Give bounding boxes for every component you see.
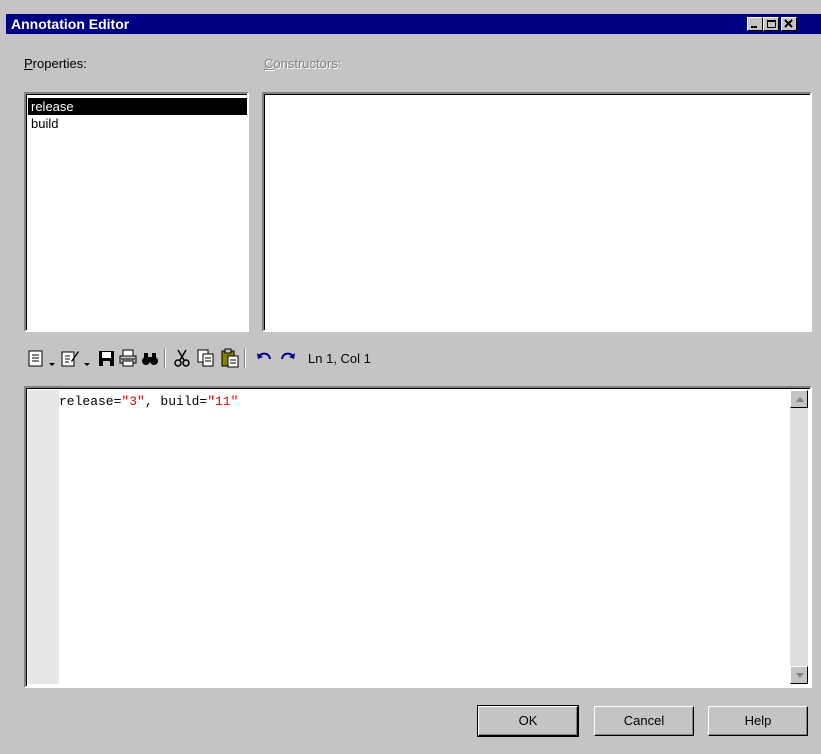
minimize-icon — [751, 26, 757, 28]
arrow-up-icon — [796, 397, 804, 402]
close-icon — [784, 19, 793, 28]
cursor-position: Ln 1, Col 1 — [308, 351, 371, 366]
arrow-down-icon — [796, 673, 804, 678]
help-button[interactable]: Help — [708, 706, 808, 736]
vertical-scrollbar[interactable] — [790, 390, 808, 684]
minimize-button[interactable] — [747, 17, 763, 31]
list-item-release[interactable]: release — [28, 98, 247, 115]
save-icon[interactable] — [96, 348, 116, 368]
list-item-build[interactable]: build — [28, 115, 247, 132]
cut-icon[interactable] — [172, 348, 192, 368]
title-bar[interactable]: Annotation Editor — [6, 14, 821, 34]
find-icon[interactable] — [140, 348, 160, 368]
code-editor[interactable]: release="3", build="11" — [24, 386, 812, 688]
maximize-icon — [767, 20, 776, 28]
scroll-up-button[interactable] — [790, 390, 808, 408]
toolbar-separator — [164, 348, 166, 368]
window-title: Annotation Editor — [11, 16, 130, 32]
constructors-list — [262, 92, 812, 332]
properties-dropdown-icon[interactable] — [48, 356, 56, 366]
cancel-button[interactable]: Cancel — [594, 706, 694, 736]
copy-icon[interactable] — [196, 348, 216, 368]
properties-label: Properties: — [24, 56, 87, 71]
edit-icon[interactable] — [60, 348, 80, 368]
annotation-editor-window: Annotation Editor Properties: Constructo… — [0, 0, 821, 754]
edit-dropdown-icon[interactable] — [83, 356, 91, 366]
editor-gutter — [28, 390, 59, 684]
paste-icon[interactable] — [220, 348, 240, 368]
close-button[interactable] — [781, 17, 797, 31]
editor-toolbar: Ln 1, Col 1 — [26, 346, 586, 370]
maximize-button[interactable] — [763, 17, 779, 31]
print-icon[interactable] — [118, 348, 138, 368]
properties-icon[interactable] — [26, 348, 46, 368]
undo-icon[interactable] — [254, 348, 274, 368]
scroll-down-button[interactable] — [790, 666, 808, 684]
constructors-label: Constructors: — [264, 56, 342, 71]
toolbar-separator — [244, 348, 246, 368]
properties-list[interactable]: release build — [24, 92, 249, 332]
ok-button[interactable]: OK — [477, 705, 579, 737]
code-line: release="3", build="11" — [59, 394, 239, 409]
redo-icon[interactable] — [278, 348, 298, 368]
